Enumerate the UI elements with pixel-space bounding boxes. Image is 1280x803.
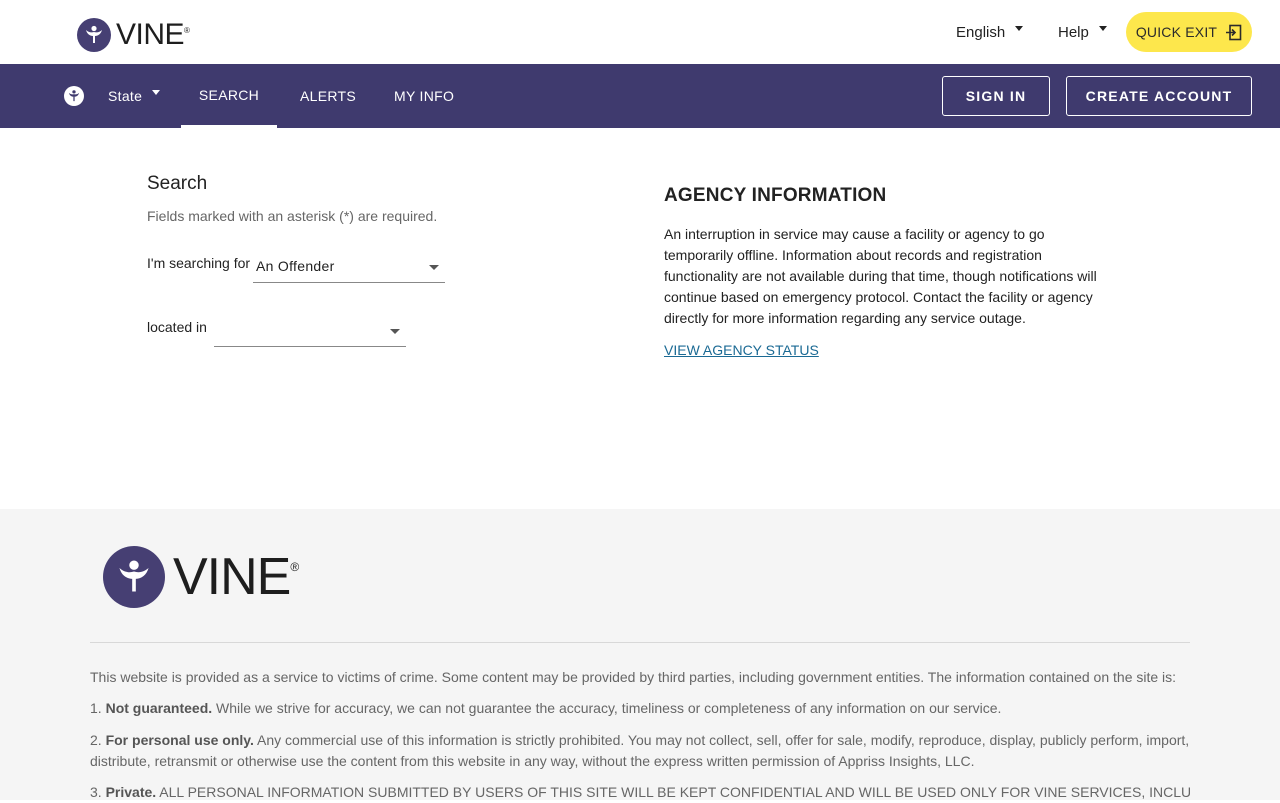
search-title: Search: [147, 173, 208, 194]
searching-for-value: An Offender: [256, 258, 335, 274]
nav-tab-label: SEARCH: [198, 86, 260, 103]
searching-for-label: I'm searching for: [147, 255, 251, 271]
main-nav: State SEARCH ALERTS MY INFO SIGN IN CREA…: [0, 64, 1280, 128]
nav-tab-label: ALERTS: [300, 88, 357, 104]
vine-figure-icon: [103, 546, 165, 608]
caret-down-icon: [429, 265, 439, 270]
item-text: While we strive for accuracy, we can not…: [212, 700, 1002, 716]
item-text: Any commercial use of this information i…: [90, 732, 1190, 769]
item-heading: Not guaranteed.: [105, 700, 213, 716]
caret-down-icon: [1098, 26, 1107, 31]
footer-disclaimer-item: 1. Not guaranteed. While we strive for a…: [90, 698, 1190, 719]
state-dropdown[interactable]: State: [108, 64, 161, 128]
caret-down-icon: [1015, 26, 1024, 31]
nav-tab-alerts[interactable]: ALERTS: [300, 64, 356, 128]
exit-door-icon: [1226, 24, 1242, 40]
located-in-select[interactable]: [214, 316, 406, 347]
registered-mark: ®: [184, 26, 190, 35]
caret-down-icon: [390, 329, 400, 334]
caret-down-icon: [152, 89, 161, 95]
logo-wordmark: VINE: [173, 548, 291, 606]
agency-info-title: AGENCY INFORMATION: [664, 185, 887, 206]
required-fields-note: Fields marked with an asterisk (*) are r…: [147, 208, 438, 224]
vine-logo[interactable]: VINE®: [77, 18, 190, 52]
help-dropdown[interactable]: Help: [1058, 24, 1107, 41]
nav-tab-my-info[interactable]: MY INFO: [394, 64, 454, 128]
logo-wordmark: VINE: [116, 18, 185, 51]
item-heading: For personal use only.: [105, 732, 254, 748]
located-in-label: located in: [147, 319, 207, 335]
top-bar: VINE® English Help QUICK EXIT: [0, 0, 1280, 64]
vine-figure-icon[interactable]: [64, 86, 84, 106]
item-text: ALL PERSONAL INFORMATION SUBMITTED BY US…: [156, 784, 1190, 800]
agency-info-text: An interruption in service may cause a f…: [664, 226, 1097, 326]
language-label: English: [956, 24, 1006, 41]
footer: VINE® This website is provided as a serv…: [0, 509, 1280, 800]
item-heading: Private.: [105, 784, 157, 800]
footer-vine-logo: VINE®: [103, 546, 299, 608]
sign-in-label: SIGN IN: [965, 88, 1027, 104]
searching-for-select[interactable]: An Offender: [253, 252, 445, 283]
view-agency-status-link[interactable]: VIEW AGENCY STATUS: [664, 342, 819, 358]
nav-tab-search[interactable]: SEARCH: [181, 64, 277, 128]
item-number: 3.: [90, 784, 102, 800]
item-number: 1.: [90, 700, 102, 716]
language-dropdown[interactable]: English: [956, 24, 1024, 41]
item-number: 2.: [90, 732, 102, 748]
create-account-label: CREATE ACCOUNT: [1085, 88, 1233, 104]
vine-figure-icon: [77, 18, 111, 52]
quick-exit-label: QUICK EXIT: [1135, 24, 1218, 40]
create-account-button[interactable]: CREATE ACCOUNT: [1066, 76, 1252, 116]
footer-disclaimer-item: 2. For personal use only. Any commercial…: [90, 730, 1190, 772]
footer-divider: [90, 642, 1190, 643]
state-label: State: [108, 88, 143, 104]
registered-mark: ®: [290, 560, 299, 574]
quick-exit-button[interactable]: QUICK EXIT: [1126, 12, 1252, 52]
help-label: Help: [1058, 24, 1089, 41]
footer-disclaimer-intro: This website is provided as a service to…: [90, 669, 1177, 685]
nav-tab-label: MY INFO: [394, 88, 455, 104]
sign-in-button[interactable]: SIGN IN: [942, 76, 1050, 116]
